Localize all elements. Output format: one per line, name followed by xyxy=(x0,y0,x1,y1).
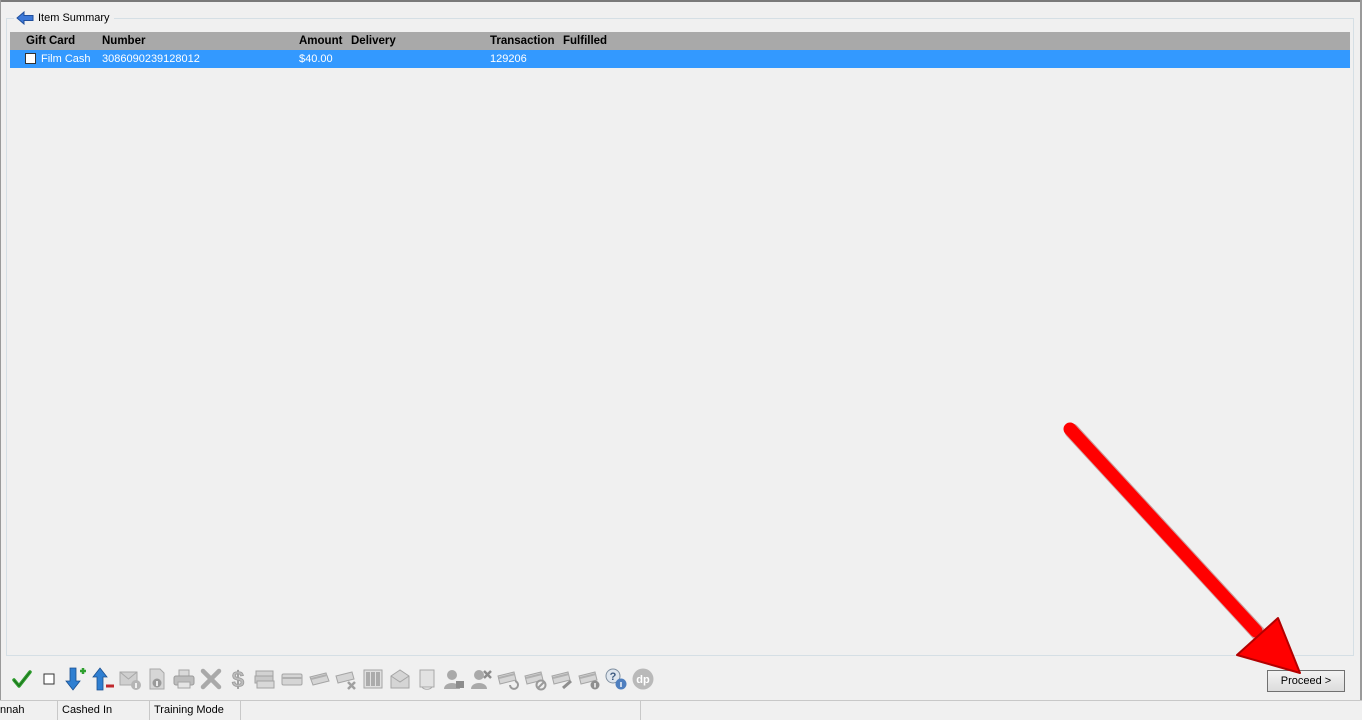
dollar-icon[interactable]: $ xyxy=(226,666,250,692)
svg-text:$: $ xyxy=(232,667,244,691)
mail-info-icon[interactable] xyxy=(118,666,142,692)
table-row[interactable]: Film Cash 3086090239128012 $40.00 129206 xyxy=(10,50,1350,68)
cash-stack-icon[interactable] xyxy=(253,666,277,692)
check-all-icon[interactable] xyxy=(10,666,34,692)
item-grid: Gift Card Number Amount Delivery Transac… xyxy=(10,32,1350,68)
column-header-delivery[interactable]: Delivery xyxy=(351,32,396,50)
card-refresh-icon[interactable] xyxy=(496,666,520,692)
item-summary-header: Item Summary xyxy=(14,10,114,26)
print-icon[interactable] xyxy=(172,666,196,692)
window-left-border xyxy=(0,0,1,700)
card-info-icon[interactable] xyxy=(577,666,601,692)
action-toolbar: $ ? dp xyxy=(10,664,655,694)
delete-icon[interactable] xyxy=(199,666,223,692)
card-remove-icon[interactable] xyxy=(334,666,358,692)
status-empty-panel xyxy=(241,701,641,720)
user-remove-icon[interactable] xyxy=(469,666,493,692)
column-header-transaction[interactable]: Transaction xyxy=(490,32,555,50)
card-cancel-icon[interactable] xyxy=(523,666,547,692)
column-header-amount[interactable]: Amount xyxy=(299,32,342,50)
cell-transaction: 129206 xyxy=(490,53,527,65)
cell-gift-card: Film Cash xyxy=(41,53,91,65)
column-header-fulfilled[interactable]: Fulfilled xyxy=(563,32,607,50)
move-down-add-icon[interactable] xyxy=(64,666,88,692)
user-lock-icon[interactable] xyxy=(442,666,466,692)
status-cash: Cashed In xyxy=(58,701,150,720)
window-top-border xyxy=(0,0,1362,2)
column-header-gift-card[interactable]: Gift Card xyxy=(26,32,75,50)
dp-logo-icon[interactable]: dp xyxy=(631,666,655,692)
barcode-icon[interactable] xyxy=(361,666,385,692)
cell-amount: $40.00 xyxy=(299,53,333,65)
back-arrow-icon[interactable] xyxy=(16,10,34,26)
svg-text:?: ? xyxy=(610,671,617,683)
svg-text:dp: dp xyxy=(636,674,650,686)
card-icon[interactable] xyxy=(280,666,304,692)
proceed-button[interactable]: Proceed > xyxy=(1267,670,1345,692)
help-info-icon[interactable]: ? xyxy=(604,666,628,692)
row-checkbox[interactable] xyxy=(25,53,36,64)
card-swipe-icon[interactable] xyxy=(307,666,331,692)
receipt-icon[interactable] xyxy=(415,666,439,692)
column-header-number[interactable]: Number xyxy=(102,32,145,50)
status-bar: nnah Cashed In Training Mode xyxy=(0,700,1362,720)
group-title: Item Summary xyxy=(38,12,110,24)
uncheck-all-icon[interactable] xyxy=(37,666,61,692)
envelope-icon[interactable] xyxy=(388,666,412,692)
item-summary-groupbox xyxy=(6,18,1354,656)
document-info-icon[interactable] xyxy=(145,666,169,692)
grid-header: Gift Card Number Amount Delivery Transac… xyxy=(10,32,1350,50)
move-up-remove-icon[interactable] xyxy=(91,666,115,692)
status-mode: Training Mode xyxy=(150,701,241,720)
card-edit-icon[interactable] xyxy=(550,666,574,692)
cell-number: 3086090239128012 xyxy=(102,53,200,65)
status-user: nnah xyxy=(0,701,58,720)
